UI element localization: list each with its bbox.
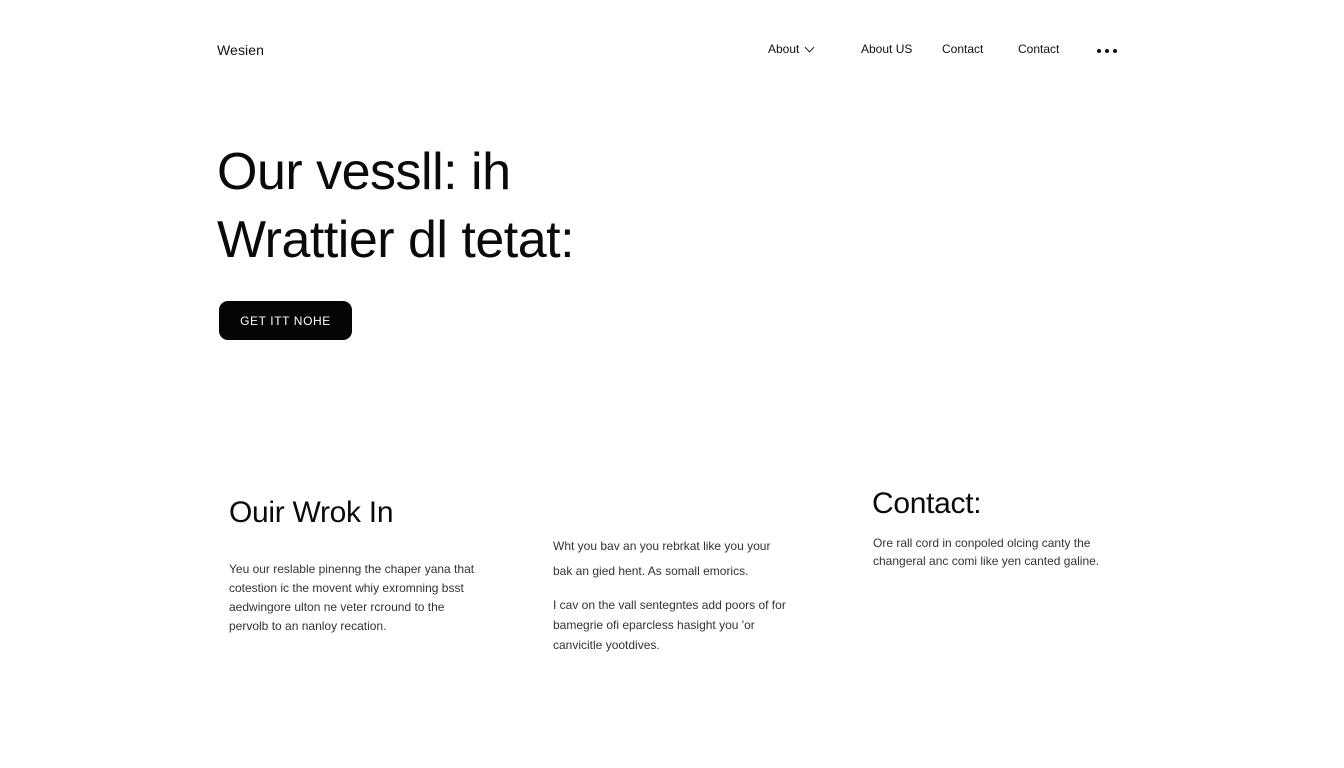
- middle-paragraph-1: Wht you bav an you rebrkat like you your…: [553, 534, 813, 584]
- dot: [1097, 49, 1101, 53]
- hero-title-line-2: Wrattier dl tetat:: [217, 211, 575, 269]
- middle-paragraph-2: I cav on the vall sentegntes add poors o…: [553, 595, 813, 655]
- nav-item-label: About US: [861, 42, 913, 56]
- page: Wesien About About US Contact Contact Ou…: [0, 0, 1344, 768]
- dot: [1113, 49, 1117, 53]
- text-line: bak an gied hent. As somall emorics.: [553, 564, 749, 578]
- text-line: Yeu our reslable pinenng the chaper yana…: [229, 562, 475, 576]
- contact-heading: Contact:: [872, 487, 982, 520]
- nav-item-about[interactable]: About: [768, 42, 815, 56]
- nav-item-label: About: [768, 42, 800, 56]
- more-horizontal-icon[interactable]: [1097, 44, 1117, 58]
- text-line: Wht you bav an you rebrkat like you your: [553, 539, 771, 553]
- text-line: aedwingore ulton ne veter rcround to the: [229, 600, 445, 614]
- nav-item-contact[interactable]: Contact: [942, 42, 983, 56]
- hero-title-line-1: Our vessll: ih: [217, 143, 511, 201]
- text-line: pervolb to an nanloy recation.: [229, 619, 387, 633]
- text-line: bamegrie ofi eparcless hasight you 'or: [553, 618, 755, 632]
- text-line: Ore rall cord in conpoled olcing canty t…: [873, 536, 1091, 550]
- text-line: I cav on the vall sentegntes add poors o…: [553, 598, 786, 612]
- hero-title: Our vessll: ih Wrattier dl tetat:: [217, 138, 575, 274]
- work-description: Yeu our reslable pinenng the chaper yana…: [229, 560, 499, 636]
- nav-item-about-us[interactable]: About US: [861, 42, 912, 56]
- get-it-now-button[interactable]: GET ITT NOHE: [219, 301, 352, 340]
- text-line: changeral anc comi like yen canted galin…: [873, 554, 1100, 568]
- nav-item-label: Contact: [942, 42, 984, 56]
- dot: [1105, 49, 1109, 53]
- work-heading: Ouir Wrok In: [229, 496, 394, 529]
- text-line: cotestion ic the movent whiy exromning b…: [229, 581, 464, 595]
- nav-item-contact-secondary[interactable]: Contact: [1018, 42, 1059, 56]
- text-line: canvicitle yootdives.: [553, 638, 660, 652]
- contact-description: Ore rall cord in conpoled olcing canty t…: [873, 534, 1123, 570]
- nav-item-label: Contact: [1018, 42, 1060, 56]
- top-nav: About About US Contact Contact: [0, 42, 1344, 62]
- chevron-down-icon: [804, 42, 815, 52]
